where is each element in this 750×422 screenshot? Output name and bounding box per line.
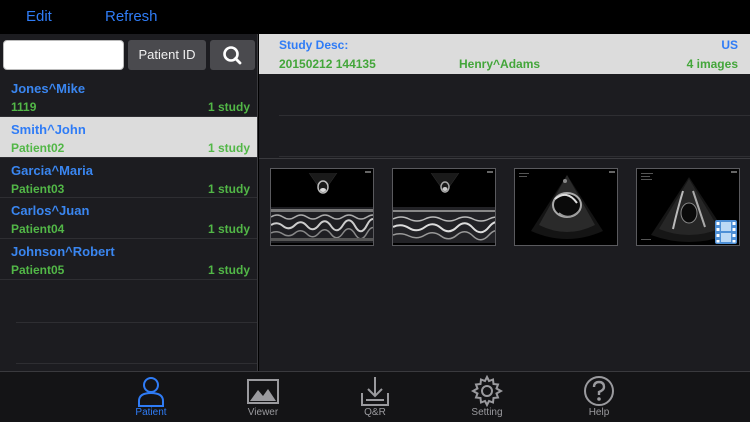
image-thumbnail[interactable] [636, 168, 740, 246]
patient-row[interactable]: Johnson^Robert Patient05 1 study [0, 239, 257, 280]
image-thumbnail[interactable] [270, 168, 374, 246]
patient-row[interactable]: Smith^John Patient02 1 study [0, 116, 257, 158]
empty-row-divider [16, 363, 257, 364]
refresh-button[interactable]: Refresh [105, 8, 158, 25]
tab-viewer[interactable]: Viewer [233, 372, 293, 422]
edit-button[interactable]: Edit [26, 8, 52, 25]
patient-name: Johnson^Robert [11, 244, 115, 260]
patient-id: Patient02 [11, 140, 65, 155]
gear-icon [471, 375, 503, 407]
study-image-count: 4 images [686, 57, 738, 71]
search-row: Patient ID [0, 34, 257, 76]
patient-name: Smith^John [11, 121, 86, 137]
study-panel: Study Desc: US 20150212 144135 Henry^Ada… [259, 34, 750, 371]
study-datetime: 20150212 144135 [279, 57, 376, 71]
top-bar: Edit Refresh [0, 0, 750, 34]
tab-label: Patient [135, 407, 167, 418]
empty-row-divider [279, 156, 750, 157]
patient-row[interactable]: Garcia^Maria Patient03 1 study [0, 158, 257, 199]
download-tray-icon [361, 377, 389, 406]
study-count: 1 study [207, 181, 250, 196]
study-desc-label: Study Desc: [279, 38, 349, 52]
image-icon [247, 379, 279, 404]
study-modality: US [721, 38, 738, 52]
patient-id: Patient03 [11, 181, 65, 196]
patient-name: Jones^Mike [11, 81, 86, 96]
patient-name: Carlos^Juan [11, 203, 90, 219]
tab-label: Viewer [247, 407, 279, 418]
tab-patient[interactable]: Patient [121, 372, 181, 422]
patient-row[interactable]: Carlos^Juan Patient04 1 study [0, 198, 257, 240]
study-patient-name: Henry^Adams [459, 57, 541, 71]
empty-row-divider [279, 115, 750, 116]
tab-label: Q&R [364, 407, 386, 418]
patient-row[interactable]: Jones^Mike 1119 1 study [0, 76, 257, 117]
study-count: 1 study [207, 100, 250, 114]
ultrasound-mmode-image [393, 169, 495, 245]
image-thumbnail[interactable] [514, 168, 618, 246]
study-count: 1 study [207, 222, 250, 237]
search-input[interactable] [3, 40, 124, 70]
ultrasound-mmode-image [271, 169, 373, 245]
study-count: 1 study [207, 263, 250, 278]
study-count: 1 study [207, 140, 250, 155]
tab-help[interactable]: Help [569, 372, 629, 422]
patient-panel: Patient ID Jones^Mike 1119 1 study Smith… [0, 34, 258, 371]
empty-row-divider [16, 322, 257, 323]
tab-label: Setting [471, 407, 503, 418]
patient-id: Patient04 [11, 222, 65, 237]
help-icon [584, 376, 614, 406]
tab-label: Help [588, 407, 610, 418]
ultrasound-sector-image [515, 169, 617, 245]
person-icon [138, 377, 164, 407]
patient-list: Jones^Mike 1119 1 study Smith^John Patie… [0, 76, 257, 280]
study-header[interactable]: Study Desc: US 20150212 144135 Henry^Ada… [259, 34, 750, 74]
image-thumbnail[interactable] [392, 168, 496, 246]
search-icon [223, 46, 242, 65]
search-button[interactable] [210, 40, 255, 70]
thumbnail-separator [259, 158, 750, 159]
tab-bar: Patient Viewer Q&R Setting Help [0, 371, 750, 422]
patient-id: 1119 [11, 100, 37, 114]
patient-id-button[interactable]: Patient ID [128, 40, 206, 70]
patient-id: Patient05 [11, 263, 65, 278]
tab-qr[interactable]: Q&R [345, 372, 405, 422]
tab-setting[interactable]: Setting [457, 372, 517, 422]
patient-name: Garcia^Maria [11, 162, 94, 178]
video-icon [715, 220, 737, 244]
